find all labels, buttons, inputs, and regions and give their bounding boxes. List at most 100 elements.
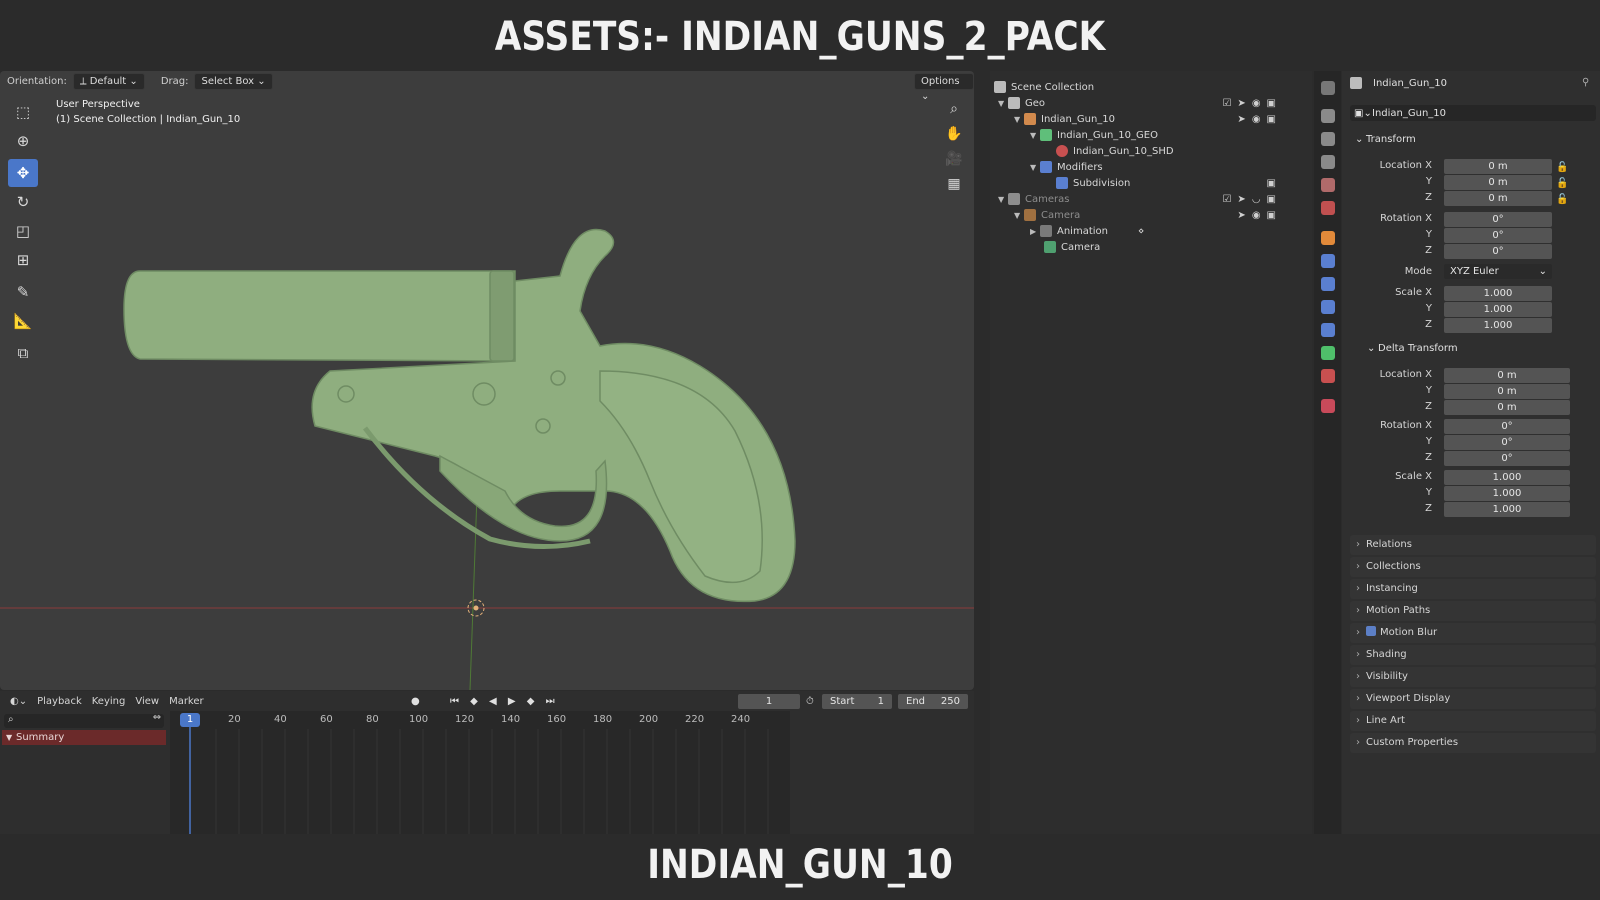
mode-label: Mode: [1404, 266, 1432, 277]
playhead-frame[interactable]: 1: [180, 713, 200, 727]
start-frame-field[interactable]: Start 1: [822, 694, 892, 709]
swap-icon: ⇔: [152, 712, 162, 723]
visibility-icons[interactable]: ➤ ◉ ▣: [1237, 210, 1276, 221]
delta-location-x-field[interactable]: 0 m: [1444, 368, 1570, 383]
render-tab-icon[interactable]: [1321, 109, 1335, 123]
outliner-row-cameras[interactable]: ▼ Cameras ☑ ➤ ◡ ▣: [998, 191, 1298, 207]
timeline-search-input[interactable]: ⌕: [4, 714, 164, 728]
playback-controls[interactable]: ⏮ ◆ ◀ ▶ ◆ ⏭: [450, 696, 559, 707]
outliner-row-mesh[interactable]: ▼ Indian_Gun_10_GEO: [1030, 127, 1158, 143]
panel-motion-blur[interactable]: Motion Blur: [1350, 623, 1596, 643]
texture-tab-icon[interactable]: [1321, 399, 1335, 413]
delta-location-z-label: Z: [1425, 401, 1432, 412]
delta-rotation-y-field[interactable]: 0°: [1444, 435, 1570, 450]
rotation-y-field[interactable]: 0°: [1444, 228, 1552, 243]
pin-icon[interactable]: ⚲: [1582, 77, 1589, 88]
particles-tab-icon[interactable]: [1321, 277, 1335, 291]
outliner-row-modifiers[interactable]: ▼ Modifiers: [1030, 159, 1103, 175]
outliner-row-material[interactable]: Indian_Gun_10_SHD: [1056, 143, 1174, 159]
disclosure-triangle-icon: ▼: [1014, 114, 1021, 124]
delta-location-y-field[interactable]: 0 m: [1444, 384, 1570, 399]
panel-custom-properties[interactable]: Custom Properties: [1350, 733, 1596, 753]
view-layer-tab-icon[interactable]: [1321, 155, 1335, 169]
delta-scale-z-field[interactable]: 1.000: [1444, 502, 1570, 517]
outliner-row-geo[interactable]: ▼ Geo ☑ ➤ ◉ ▣: [998, 95, 1298, 111]
material-tab-icon[interactable]: [1321, 369, 1335, 383]
timeline-menu-keying[interactable]: Keying: [92, 696, 126, 707]
outliner-scene-collection[interactable]: Scene Collection: [994, 79, 1094, 95]
properties-tab-bar[interactable]: [1314, 71, 1341, 834]
summary-channel[interactable]: ▼ Summary: [2, 730, 166, 745]
properties-panel[interactable]: Indian_Gun_10 ⚲ ▣⌄ Indian_Gun_10 ⌄ Transfo…: [1342, 71, 1600, 834]
outliner-row-label: Subdivision: [1073, 177, 1131, 189]
editor-type-icon[interactable]: ◐⌄: [10, 696, 27, 707]
rotation-z-field[interactable]: 0°: [1444, 244, 1552, 259]
location-x-field[interactable]: 0 m: [1444, 159, 1552, 174]
panel-visibility[interactable]: Visibility: [1350, 667, 1596, 687]
visibility-icons[interactable]: ☑ ➤ ◉ ▣: [1222, 98, 1276, 109]
3d-viewport[interactable]: Orientation: ⟂ Default ⌄ Drag: Select Bo…: [0, 71, 974, 690]
visibility-icons[interactable]: ➤ ◉ ▣: [1237, 114, 1276, 125]
dopesheet-area[interactable]: 1 20 40 60 80 100 120 140 160 180 200 22…: [170, 711, 790, 834]
scale-x-field[interactable]: 1.000: [1444, 286, 1552, 301]
filter-toggle[interactable]: ⇔: [148, 712, 166, 728]
motion-blur-checkbox[interactable]: [1366, 626, 1376, 636]
visibility-icons[interactable]: ☑ ➤ ◡ ▣: [1222, 194, 1276, 205]
timeline-tick: 120: [455, 714, 475, 725]
object-tab-icon[interactable]: [1321, 231, 1335, 245]
modifier-tab-icon[interactable]: [1321, 254, 1335, 268]
panel-motion-paths[interactable]: Motion Paths: [1350, 601, 1596, 621]
visibility-icons[interactable]: ▣: [1267, 178, 1276, 189]
record-icon[interactable]: ●: [411, 696, 420, 707]
delta-scale-x-field[interactable]: 1.000: [1444, 470, 1570, 485]
panel-collections[interactable]: Collections: [1350, 557, 1596, 577]
scale-z-field[interactable]: 1.000: [1444, 318, 1552, 333]
stopwatch-icon[interactable]: ⏱: [806, 696, 814, 707]
subdivision-modifier-icon: [1056, 177, 1068, 189]
end-frame-field[interactable]: End 250: [898, 694, 968, 709]
output-tab-icon[interactable]: [1321, 132, 1335, 146]
delta-rotation-z-field[interactable]: 0°: [1444, 451, 1570, 466]
rotation-mode-dropdown[interactable]: XYZ Euler ⌄: [1444, 264, 1552, 279]
panel-label: Relations: [1366, 539, 1412, 550]
outliner-panel[interactable]: Scene Collection ▼ Geo ☑ ➤ ◉ ▣ ▼ Indian_Gun_10…: [990, 71, 1312, 834]
outliner-row-subdivision[interactable]: Subdivision ▣: [1056, 175, 1298, 191]
delta-scale-x-label: Scale X: [1395, 471, 1432, 482]
world-tab-icon[interactable]: [1321, 201, 1335, 215]
delta-transform-panel-header[interactable]: ⌄ Delta Transform: [1362, 340, 1596, 358]
outliner-row-label: Camera: [1061, 241, 1101, 253]
panel-shading[interactable]: Shading: [1350, 645, 1596, 665]
panel-viewport-display[interactable]: Viewport Display: [1350, 689, 1596, 709]
outliner-row-camera-data[interactable]: Camera: [1044, 239, 1100, 255]
panel-instancing[interactable]: Instancing: [1350, 579, 1596, 599]
lock-column[interactable]: 🔓 🔓 🔓: [1556, 160, 1568, 208]
data-tab-icon[interactable]: [1321, 346, 1335, 360]
scale-y-field[interactable]: 1.000: [1444, 302, 1552, 317]
panel-relations[interactable]: Relations: [1350, 535, 1596, 555]
location-y-field[interactable]: 0 m: [1444, 175, 1552, 190]
scene-tab-icon[interactable]: [1321, 178, 1335, 192]
tool-tab-icon[interactable]: [1321, 81, 1335, 95]
transform-panel-header[interactable]: ⌄ Transform: [1350, 131, 1596, 149]
rotation-x-field[interactable]: 0°: [1444, 212, 1552, 227]
delta-scale-y-field[interactable]: 1.000: [1444, 486, 1570, 501]
constraints-tab-icon[interactable]: [1321, 323, 1335, 337]
panel-line-art[interactable]: Line Art: [1350, 711, 1596, 731]
outliner-row-camera-object[interactable]: ▼ Camera ➤ ◉ ▣: [1014, 207, 1298, 223]
timeline-menu-view[interactable]: View: [135, 696, 159, 707]
outliner-row-object[interactable]: ▼ Indian_Gun_10 ➤ ◉ ▣: [1014, 111, 1298, 127]
physics-tab-icon[interactable]: [1321, 300, 1335, 314]
current-frame-field[interactable]: 1: [738, 694, 800, 709]
outliner-row-animation[interactable]: ▶ Animation ⋄: [1030, 223, 1144, 239]
panel-label: Collections: [1366, 561, 1421, 572]
object-name-field[interactable]: ▣⌄ Indian_Gun_10: [1350, 105, 1596, 121]
location-z-label: Z: [1425, 192, 1432, 203]
timeline-menu-marker[interactable]: Marker: [169, 696, 204, 707]
delta-rotation-x-field[interactable]: 0°: [1444, 419, 1570, 434]
render-camera-icon: ▣: [1266, 193, 1276, 205]
render-camera-icon: ▣: [1266, 177, 1276, 189]
timeline-menu-playback[interactable]: Playback: [37, 696, 82, 707]
timeline-editor[interactable]: ◐⌄ Playback Keying View Marker ● ⏮ ◆ ◀ ▶…: [0, 691, 974, 834]
delta-location-z-field[interactable]: 0 m: [1444, 400, 1570, 415]
location-z-field[interactable]: 0 m: [1444, 191, 1552, 206]
